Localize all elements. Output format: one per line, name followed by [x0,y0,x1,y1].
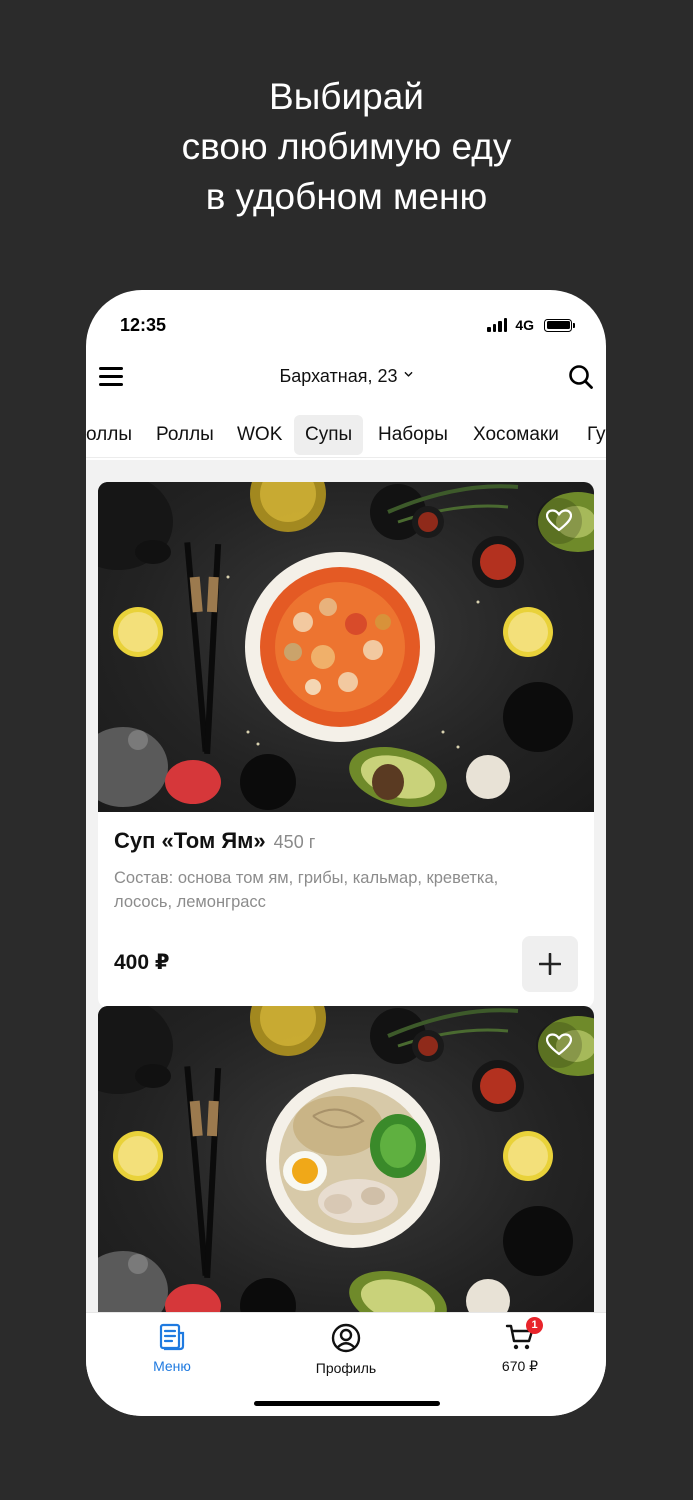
favorite-button[interactable] [536,1022,582,1068]
heart-icon [546,1033,572,1056]
top-bar: Бархатная, 23 [86,352,606,402]
status-bar: 12:35 4G [86,290,606,360]
plus-icon [539,953,561,975]
product-name: Суп «Том Ям» [114,828,266,853]
promo-line-1: Выбирай [269,76,424,117]
product-list: Суп «Том Ям» 450 г Состав: основа том ям,… [86,460,606,1312]
tab-rolls[interactable]: Роллы [145,415,225,455]
tab-wok[interactable]: WOK [226,415,293,455]
product-card[interactable]: Суп «Том Ям» 450 г Состав: основа том ям,… [98,482,594,1008]
product-price: 400 ₽ [114,951,170,974]
address-label: Бархатная, 23 [279,366,398,386]
network-type: 4G [515,317,534,333]
signal-icon [487,318,508,332]
nav-profile[interactable]: Профиль [286,1323,406,1376]
phone-screen: 12:35 4G Бархатная, 23 оллы Роллы WOK Су… [86,290,606,1416]
nav-cart[interactable]: 1 670 ₽ [460,1317,580,1375]
product-weight: 450 г [273,832,316,852]
category-tabs: оллы Роллы WOK Супы Наборы Хосомаки Гу [86,414,606,458]
tab-partial[interactable]: Гу [576,415,606,455]
soup-ramen-illustration [98,1006,594,1312]
menu-doc-icon [159,1323,185,1351]
product-card[interactable] [98,1006,594,1312]
nav-menu[interactable]: Меню [112,1323,232,1374]
search-icon[interactable] [568,364,594,390]
nav-cart-total: 670 ₽ [501,1358,539,1374]
address-selector[interactable]: Бархатная, 23 [86,366,606,387]
tab-sets[interactable]: Наборы [367,415,459,455]
status-indicators: 4G [487,317,575,333]
tab-rolls-partial[interactable]: оллы [86,415,143,455]
bottom-nav: Меню Профиль 1 670 ₽ [86,1312,606,1416]
profile-icon [331,1323,361,1353]
soup-tom-yam-illustration [98,482,594,810]
tab-hosomaki[interactable]: Хосомаки [462,415,570,455]
price-row: 400 ₽ [114,936,578,992]
battery-icon [544,318,575,332]
nav-menu-label: Меню [153,1358,191,1374]
product-title-row: Суп «Том Ям» 450 г [114,828,578,854]
promo-line-2: свою любимую еду [181,126,512,167]
cart-badge: 1 [526,1317,543,1334]
product-photo [98,482,594,812]
nav-profile-label: Профиль [315,1360,377,1376]
status-time: 12:35 [120,315,167,335]
product-info: Суп «Том Ям» 450 г Состав: основа том ям,… [98,812,594,1008]
heart-icon [546,509,572,532]
tab-soups[interactable]: Супы [294,415,364,455]
promo-headline: Выбирай свою любимую еду в удобном меню [0,72,693,222]
product-photo [98,1006,594,1312]
chevron-down-icon [404,371,412,377]
home-indicator [254,1401,440,1406]
product-description: Состав: основа том ям, грибы, кальмар, к… [114,869,499,911]
promo-line-3: в удобном меню [205,176,488,217]
favorite-button[interactable] [536,498,582,544]
add-to-cart-button[interactable] [522,936,578,992]
